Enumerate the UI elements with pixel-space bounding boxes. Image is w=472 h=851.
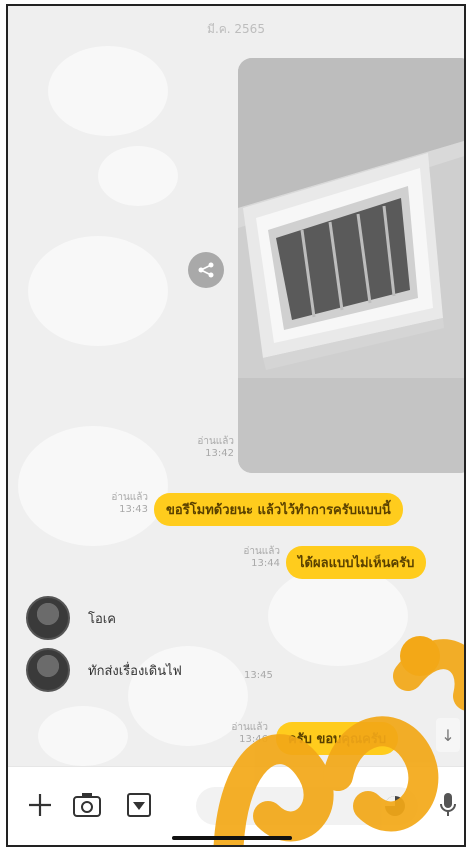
share-button[interactable]	[188, 252, 224, 288]
arrow-down-icon: ↓	[441, 725, 455, 745]
incoming-message-text[interactable]: โอเค	[88, 608, 116, 629]
read-receipt: อ่านแล้ว	[231, 722, 268, 733]
image-icon[interactable]	[126, 791, 152, 823]
read-receipt: อ่านแล้ว	[197, 436, 234, 447]
message-time: 13:44	[251, 558, 280, 569]
home-indicator	[172, 836, 292, 840]
outgoing-message-bubble[interactable]: ขอรีโมทด้วยนะ แล้วไว้ทำการครับแบบนี้	[154, 493, 403, 526]
air-conditioner-photo	[238, 58, 464, 473]
message-meta: อ่านแล้ว 13:43	[98, 492, 148, 516]
message-input-bar	[8, 766, 464, 845]
incoming-message-text[interactable]: ทักส่งเรื่องเดินไฟ	[88, 660, 182, 681]
message-time: 13:42	[205, 448, 234, 459]
chat-screen: มี.ค. 2565 อ่านแล้ว 13:42 อ่านแล้ว 13:43…	[6, 4, 466, 847]
date-separator: มี.ค. 2565	[207, 22, 265, 36]
message-time: 13:45	[244, 670, 273, 681]
message-time: 13:46	[239, 734, 268, 745]
scroll-down-button[interactable]: ↓	[436, 718, 460, 752]
message-meta: อ่านแล้ว 13:44	[230, 546, 280, 570]
avatar[interactable]	[26, 596, 70, 640]
message-time: 13:43	[119, 504, 148, 515]
read-receipt: อ่านแล้ว	[111, 492, 148, 503]
photo-meta: อ่านแล้ว 13:42	[184, 436, 234, 460]
share-icon	[198, 262, 214, 278]
photo-message[interactable]	[238, 58, 464, 473]
plus-icon[interactable]	[26, 791, 54, 823]
read-receipt: อ่านแล้ว	[243, 546, 280, 557]
sticker-icon[interactable]	[382, 793, 408, 823]
outgoing-message-bubble[interactable]: ได้ผลแบบไม่เห็นครับ	[286, 546, 427, 579]
camera-icon[interactable]	[72, 791, 102, 823]
mic-icon[interactable]	[438, 791, 458, 823]
avatar[interactable]	[26, 648, 70, 692]
outgoing-message-bubble[interactable]: ครับ ขอบคุณครับ	[276, 722, 399, 755]
incoming-message-row: โอเค	[26, 596, 116, 640]
message-meta: อ่านแล้ว 13:46	[218, 722, 268, 746]
incoming-message-row: ทักส่งเรื่องเดินไฟ	[26, 648, 182, 692]
